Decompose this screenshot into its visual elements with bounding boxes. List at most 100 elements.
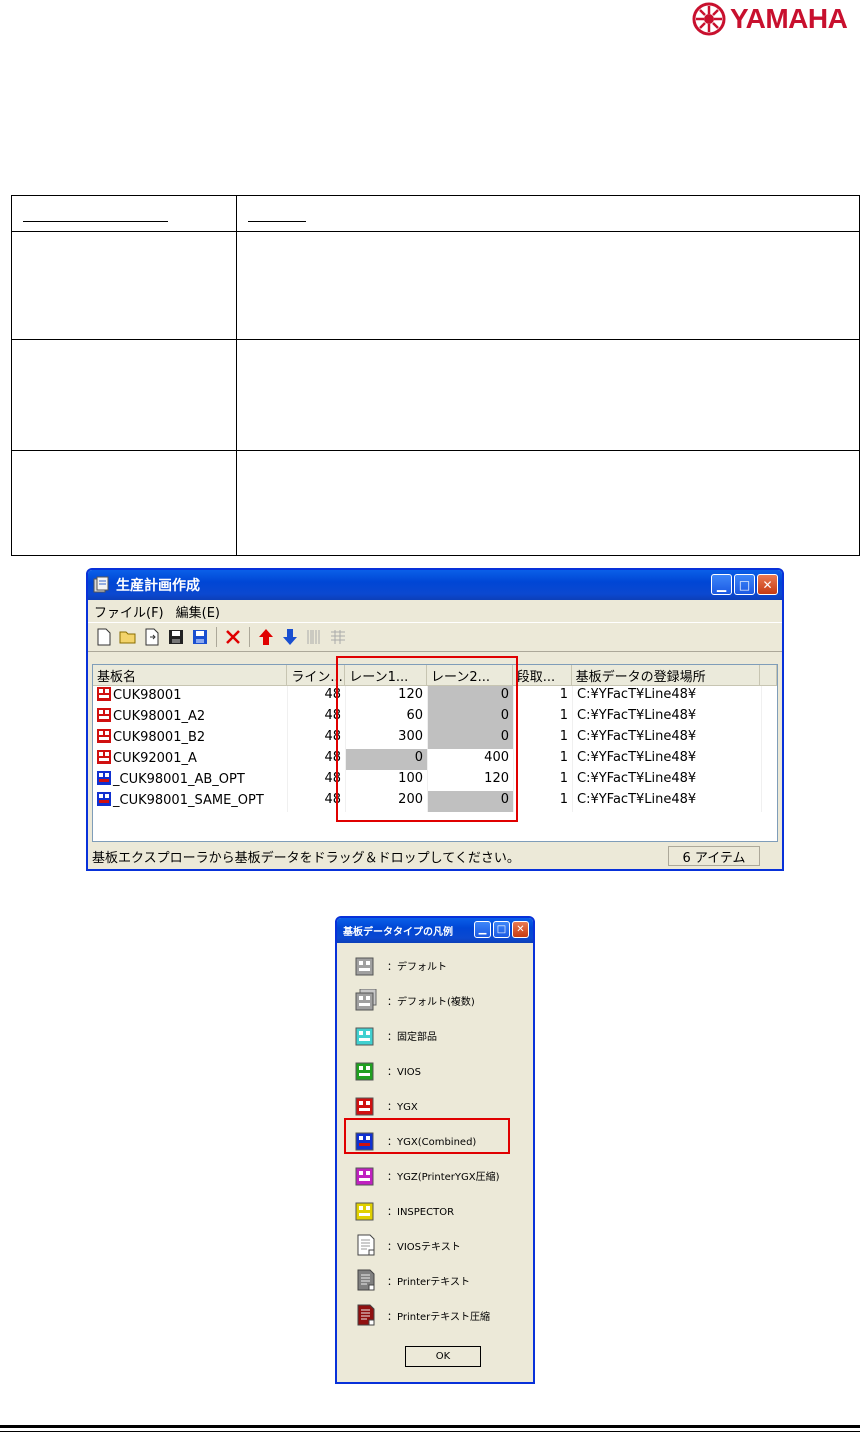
open-folder-button[interactable] (118, 627, 138, 647)
table-cell (236, 231, 860, 341)
save-icon (169, 630, 183, 644)
table-cell (11, 231, 237, 341)
cell-location-text: C:¥YFacT¥Line48¥ (577, 771, 697, 786)
cell-setup-text: 1 (559, 771, 568, 786)
default-icon (355, 957, 374, 976)
import-icon (145, 628, 159, 646)
table-row (11, 231, 860, 341)
vios-text-icon (357, 1234, 375, 1256)
cell-location: C:¥YFacT¥Line48¥ (573, 728, 762, 749)
ygx-icon (97, 750, 111, 764)
delete-button[interactable] (223, 627, 243, 647)
ygx-icon (97, 687, 111, 701)
barcode-button[interactable] (304, 627, 324, 647)
cell-board-name-text: CUK98001_A2 (113, 709, 206, 724)
legend-titlebar[interactable]: 基板データタイプの凡例 ▁ □ ✕ (337, 918, 533, 943)
new-file-button[interactable] (94, 627, 114, 647)
toolbar (88, 622, 782, 652)
column-setup[interactable]: 段取... (513, 665, 572, 685)
window-title: 生産計画作成 (116, 578, 200, 594)
cell-board-name-text: CUK98001_B2 (113, 730, 206, 745)
ygx-icon (355, 1097, 374, 1116)
cell-setup: 1 (514, 686, 573, 707)
grid-button[interactable] (328, 627, 348, 647)
cell-location-text: C:¥YFacT¥Line48¥ (577, 687, 697, 702)
menu-bar: ファイル(F) 編集(E) (88, 600, 782, 622)
save-as-icon (193, 630, 207, 644)
close-icon: ✕ (516, 924, 525, 935)
menu-file[interactable]: ファイル(F) (94, 602, 164, 621)
cell-setup-text: 1 (559, 729, 568, 744)
save-button[interactable] (166, 627, 186, 647)
move-up-button[interactable] (256, 627, 276, 647)
legend-item-label: ：YGZ(PrinterYGX圧縮) (387, 1171, 500, 1183)
cell-location: C:¥YFacT¥Line48¥ (573, 791, 762, 812)
barcode-icon (307, 630, 320, 644)
close-button[interactable]: ✕ (757, 574, 778, 595)
move-down-button[interactable] (280, 627, 300, 647)
new-file-icon (97, 628, 111, 646)
cell-setup-text: 1 (559, 687, 568, 702)
import-button[interactable] (142, 627, 162, 647)
legend-item: ：Printerテキスト圧縮 (355, 1304, 490, 1326)
legend-item-label: ：デフォルト (387, 961, 447, 973)
status-bar: 基板エクスプローラから基板データをドラッグ＆ドロップしてください。 6 アイテム (90, 845, 780, 867)
delete-icon (226, 630, 240, 644)
cell-board-name: _CUK98001_AB_OPT (93, 770, 288, 791)
column-location[interactable]: 基板データの登録場所 (572, 665, 761, 685)
table-cell (236, 339, 860, 451)
printer-text-icon (357, 1269, 375, 1291)
legend-item: ：デフォルト(複数) (355, 989, 475, 1011)
status-text: 基板エクスプローラから基板データをドラッグ＆ドロップしてください。 (92, 850, 520, 866)
vios-icon (355, 1062, 374, 1081)
toolbar-separator (249, 627, 250, 647)
plan-app-icon (93, 576, 109, 593)
legend-item: ：INSPECTOR (355, 1199, 454, 1221)
ygx-icon (97, 708, 111, 722)
header-cell-1 (11, 194, 237, 233)
column-filler (760, 665, 777, 685)
logo-text: YAMAHA (730, 3, 848, 34)
maximize-button[interactable]: □ (734, 574, 755, 595)
fixed-part-icon (355, 1027, 374, 1046)
cell-board-name: CUK98001_B2 (93, 728, 288, 749)
cell-setup: 1 (514, 728, 573, 749)
legend-maximize-button[interactable]: □ (493, 921, 510, 938)
legend-item-label: ：Printerテキスト (387, 1276, 470, 1288)
maximize-icon: □ (738, 577, 751, 592)
table-cell (236, 449, 860, 557)
legend-item-label: ：デフォルト(複数) (387, 996, 475, 1008)
save-as-button[interactable] (190, 627, 210, 647)
cell-setup: 1 (514, 707, 573, 728)
minimize-icon: ▁ (716, 577, 727, 592)
cell-setup: 1 (514, 791, 573, 812)
yamaha-tuning-fork-icon (692, 2, 726, 36)
legend-item: ：YGX (355, 1094, 418, 1116)
maximize-icon: □ (496, 924, 507, 935)
inspector-icon (355, 1202, 374, 1221)
spec-table (11, 194, 860, 557)
legend-minimize-button[interactable]: ▁ (474, 921, 491, 938)
ygx-combined-icon (97, 771, 111, 785)
table-header-row (11, 194, 860, 233)
legend-close-button[interactable]: ✕ (512, 921, 529, 938)
ygx-combined-icon (97, 792, 111, 806)
minimize-icon: ▁ (478, 924, 487, 935)
arrow-up-icon (259, 629, 273, 645)
cell-board-name: CUK92001_A (93, 749, 288, 770)
legend-item: ：Printerテキスト (355, 1269, 470, 1291)
window-titlebar[interactable]: 生産計画作成 ▁ □ ✕ (88, 570, 782, 600)
cell-board-name-text: _CUK98001_AB_OPT (113, 772, 245, 787)
close-icon: ✕ (762, 577, 773, 592)
ok-button[interactable]: OK (405, 1346, 481, 1367)
table-row (11, 449, 860, 557)
legend-item: ：固定部品 (355, 1024, 437, 1046)
legend-item: ：デフォルト (355, 954, 447, 976)
cell-location: C:¥YFacT¥Line48¥ (573, 707, 762, 728)
table-row (11, 339, 860, 451)
minimize-button[interactable]: ▁ (711, 574, 732, 595)
table-cell (11, 449, 237, 557)
column-board-name[interactable]: 基板名 (93, 665, 288, 685)
legend-item-label: ：VIOSテキスト (387, 1241, 461, 1253)
menu-edit[interactable]: 編集(E) (176, 602, 220, 621)
